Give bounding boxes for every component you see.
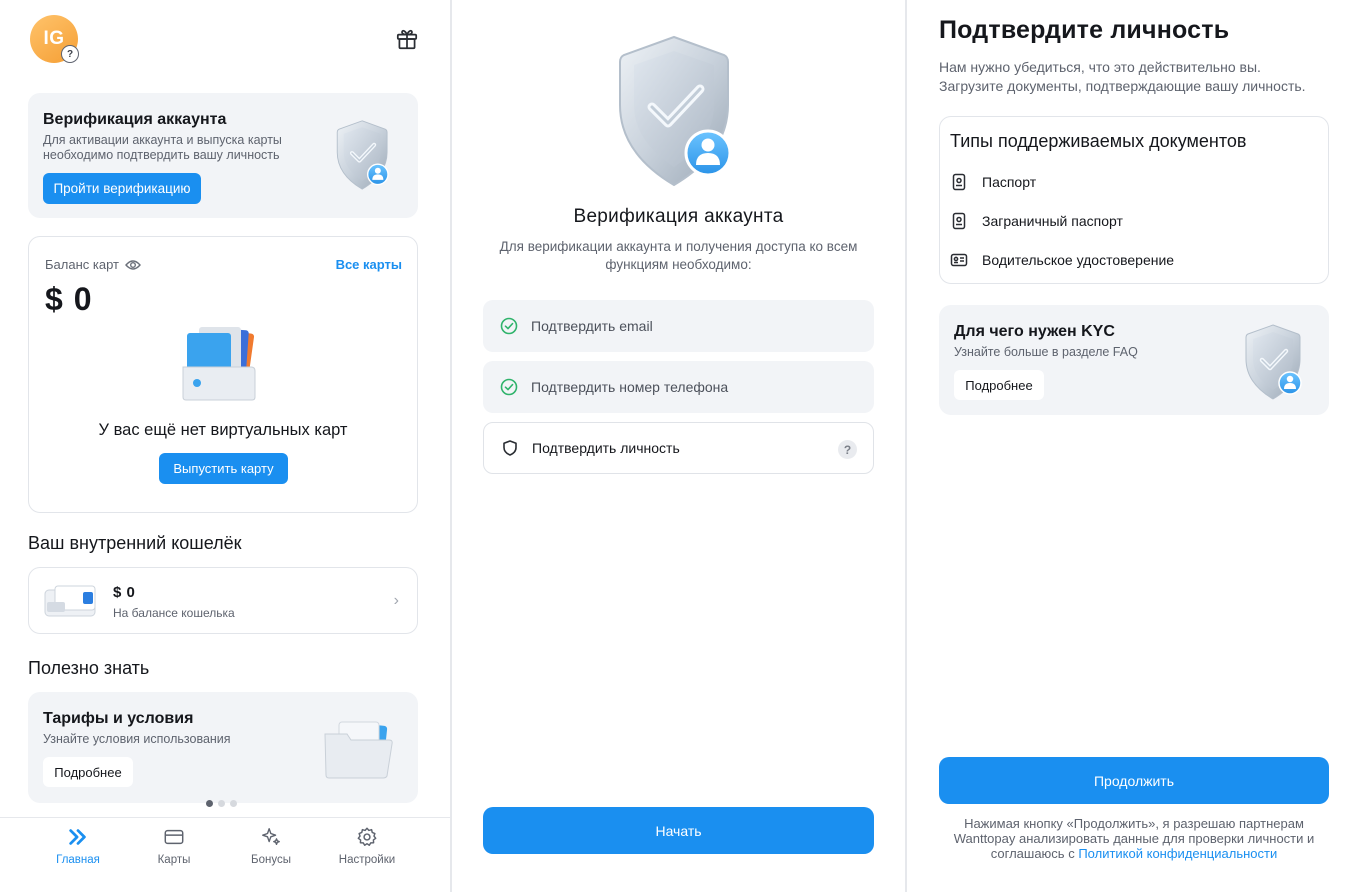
step-confirm-phone: Подтвердить номер телефона — [483, 361, 874, 413]
start-verification-button[interactable]: Пройти верификацию — [43, 173, 201, 204]
shield-check-icon — [1244, 323, 1306, 401]
tab-bonuses[interactable]: Бонусы — [231, 826, 311, 866]
folder-illustration — [324, 721, 393, 779]
useful-section-title: Полезно знать — [28, 658, 150, 678]
supported-documents-card: Типы поддерживаемых документов Паспорт З… — [939, 116, 1329, 284]
kyc-more-button[interactable]: Подробнее — [954, 370, 1044, 400]
card-balance-card: Баланс карт Все карты $ 0 У вас ещё нет … — [28, 236, 418, 513]
kyc-faq-card: Для чего нужен KYC Узнайте больше в разд… — [939, 305, 1329, 415]
eye-icon[interactable] — [125, 259, 141, 271]
document-label: Заграничный паспорт — [982, 213, 1123, 229]
balance-label-row: Баланс карт — [45, 257, 141, 272]
privacy-policy-link[interactable]: Политикой конфиденциальности — [1078, 846, 1277, 861]
document-label: Водительское удостоверение — [982, 252, 1175, 268]
carousel-pager — [206, 800, 237, 807]
step-label: Подтвердить личность — [532, 440, 680, 456]
gear-icon — [357, 827, 377, 846]
document-item-passport: Паспорт — [950, 173, 1036, 191]
verification-card-description: Для активации аккаунта и выпуска карты н… — [43, 133, 282, 162]
wallet-illustration — [44, 585, 96, 617]
tab-cards[interactable]: Карты — [134, 826, 214, 866]
passport-icon — [952, 212, 966, 230]
legal-consent-text: Нажимая кнопку «Продолжить», я разрешаю … — [939, 816, 1329, 861]
verification-promo-card: Верификация аккаунта Для активации аккау… — [28, 93, 418, 218]
card-balance-amount: $ 0 — [45, 281, 93, 317]
issue-card-button[interactable]: Выпустить карту — [159, 453, 288, 484]
documents-title: Типы поддерживаемых документов — [950, 131, 1247, 151]
check-circle-icon — [500, 378, 518, 396]
shield-check-icon — [334, 119, 394, 191]
pager-dot[interactable] — [206, 800, 213, 807]
avatar-help-badge[interactable]: ? — [61, 45, 79, 63]
tab-label: Карты — [157, 854, 191, 866]
start-button[interactable]: Начать — [483, 807, 874, 854]
wallet-subtitle: На балансе кошелька — [113, 606, 235, 620]
tab-label: Бонусы — [251, 854, 291, 866]
tab-label: Главная — [56, 854, 100, 866]
bottom-tab-bar: Главная Карты Бонусы Настройки — [0, 817, 450, 892]
help-icon[interactable]: ? — [838, 440, 857, 459]
pager-dot[interactable] — [230, 800, 237, 807]
kyc-faq-subtitle: Узнайте больше в разделе FAQ — [954, 345, 1138, 359]
home-chevrons-icon — [69, 829, 86, 845]
all-cards-link[interactable]: Все карты — [336, 257, 402, 272]
verification-description: Для верификации аккаунта и получения дос… — [499, 239, 858, 272]
document-item-foreign-passport: Заграничный паспорт — [950, 212, 1123, 230]
id-card-icon — [950, 253, 968, 267]
check-circle-icon — [500, 317, 518, 335]
kyc-description: Нам нужно убедиться, что это действитель… — [939, 58, 1306, 96]
verification-title: Верификация аккаунта — [573, 206, 784, 227]
gift-icon[interactable] — [394, 26, 420, 52]
step-confirm-email: Подтвердить email — [483, 300, 874, 352]
tariffs-card: Тарифы и условия Узнайте условия использ… — [28, 692, 418, 803]
tab-home[interactable]: Главная — [38, 826, 118, 866]
tariffs-card-subtitle: Узнайте условия использования — [43, 732, 231, 746]
passport-icon — [952, 173, 966, 191]
avatar-initials: IG — [43, 28, 65, 49]
tab-settings[interactable]: Настройки — [327, 826, 407, 866]
tariffs-more-button[interactable]: Подробнее — [43, 757, 133, 787]
tariffs-card-title: Тарифы и условия — [43, 710, 194, 727]
document-label: Паспорт — [982, 174, 1037, 190]
verification-screen: Верификация аккаунта Для верификации акк… — [452, 0, 905, 892]
shield-icon — [503, 440, 517, 456]
home-screen: IG ? Верификация аккаунта Для активации … — [0, 0, 450, 892]
continue-button[interactable]: Продолжить — [939, 757, 1329, 804]
no-cards-message: У вас ещё нет виртуальных карт — [98, 421, 348, 439]
kyc-description-line: Нам нужно убедиться, что это действитель… — [939, 59, 1261, 75]
step-label: Подтвердить номер телефона — [531, 379, 729, 395]
tab-label: Настройки — [338, 854, 396, 866]
step-confirm-identity[interactable]: Подтвердить личность ? — [483, 422, 874, 474]
kyc-screen: Подтвердите личность Нам нужно убедиться… — [907, 0, 1360, 892]
wallet-amount: $ 0 — [113, 584, 136, 601]
kyc-description-line: Загрузите документы, подтверждающие вашу… — [939, 78, 1306, 94]
shield-check-illustration — [616, 33, 740, 189]
sparkles-icon — [262, 828, 280, 846]
page-title: Подтвердите личность — [939, 16, 1230, 44]
pager-dot[interactable] — [218, 800, 225, 807]
chevron-right-icon: › — [393, 592, 399, 609]
card-icon — [164, 829, 184, 845]
step-label: Подтвердить email — [531, 318, 653, 334]
document-item-driver-license: Водительское удостоверение — [950, 251, 1174, 269]
verification-card-title: Верификация аккаунта — [43, 111, 227, 128]
wallet-section-title: Ваш внутренний кошелёк — [28, 533, 242, 553]
balance-label: Баланс карт — [45, 257, 119, 272]
wallet-row[interactable]: $ 0 На балансе кошелька › — [28, 567, 418, 634]
cards-folder-illustration — [182, 327, 256, 401]
kyc-faq-title: Для чего нужен KYC — [954, 323, 1115, 340]
